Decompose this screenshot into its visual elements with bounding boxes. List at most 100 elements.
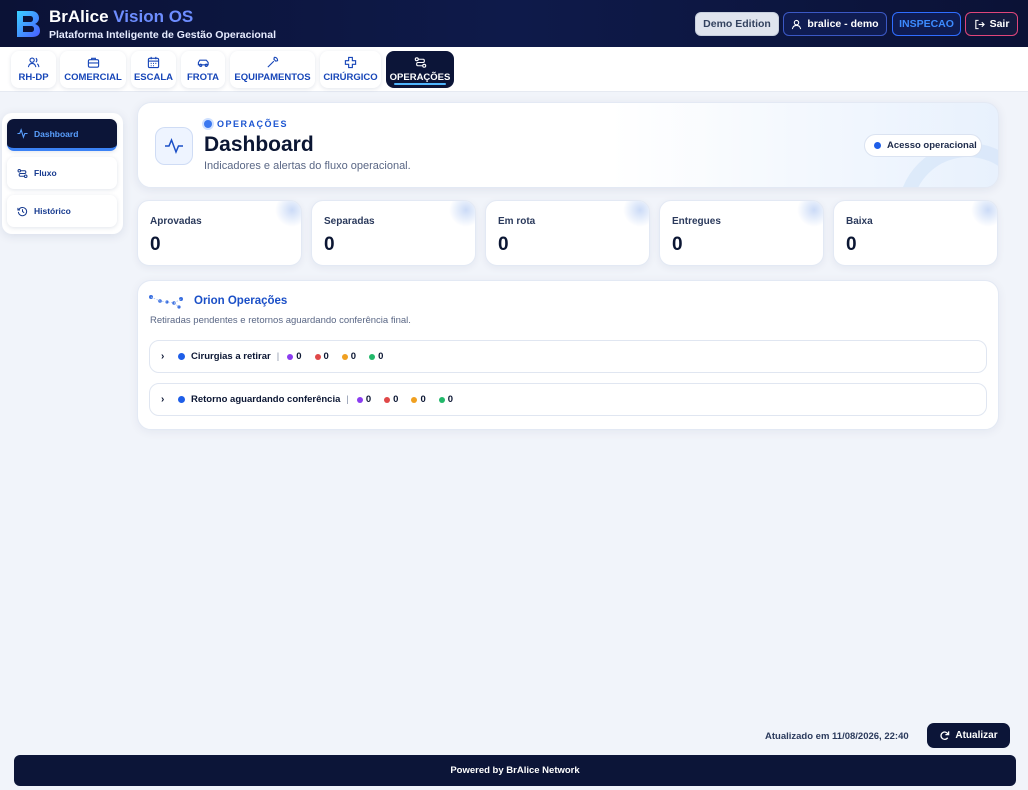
- card-glow: [623, 201, 649, 227]
- history-icon: [17, 206, 28, 216]
- stat-label: Em rota: [498, 216, 536, 227]
- eyebrow-label: OPERAÇÕES: [217, 119, 289, 129]
- refresh-icon: [940, 731, 950, 740]
- eyebrow-dot: [204, 120, 212, 128]
- wrench-icon: [267, 56, 279, 68]
- row-label: Retorno aguardando conferência: [191, 394, 341, 405]
- stat-card-aprovadas: Aprovadas 0: [137, 200, 302, 266]
- hero-activity-icon: [155, 127, 193, 165]
- count-purple: 0: [356, 394, 372, 405]
- count-green: 0: [369, 351, 383, 362]
- row-dot: [178, 353, 185, 360]
- users-icon: [27, 57, 40, 68]
- sidebar-item-label: Fluxo: [34, 168, 57, 178]
- sidebar-item-label: Histórico: [34, 206, 71, 216]
- cross-icon: [344, 56, 357, 69]
- sidebar-item-fluxo[interactable]: Fluxo: [7, 157, 117, 189]
- brand-subtitle: Plataforma Inteligente de Gestão Operaci…: [49, 29, 276, 41]
- user-icon: [792, 19, 802, 29]
- access-badge: Acesso operacional: [864, 134, 982, 157]
- inspect-button[interactable]: INSPECAO: [892, 12, 961, 36]
- green-dot: [438, 396, 445, 403]
- logout-button[interactable]: Sair: [965, 12, 1018, 36]
- powered-by-text: Powered by BrAlice Network: [450, 765, 580, 776]
- briefcase-icon: [87, 57, 99, 68]
- count-orange: 0: [341, 351, 357, 362]
- stat-value: 0: [672, 234, 683, 255]
- calendar-icon: [147, 56, 160, 69]
- last-updated-text: Atualizado em 11/08/2026, 22:40: [765, 731, 909, 742]
- count-value: 0: [447, 394, 454, 405]
- tab-label: ESCALA: [133, 72, 174, 83]
- user-menu-button[interactable]: bralice - demo: [783, 12, 887, 36]
- stat-value: 0: [498, 234, 509, 255]
- chevron-right-icon[interactable]: ›: [161, 351, 171, 362]
- count-value: 0: [296, 351, 302, 362]
- brand-title: BrAlice Vision OS: [49, 7, 193, 27]
- stat-label: Baixa: [846, 216, 873, 227]
- active-tab-indicator: [394, 83, 446, 85]
- demo-edition-badge[interactable]: Demo Edition: [695, 12, 779, 36]
- sidebar: Dashboard Fluxo Histórico: [2, 113, 123, 234]
- stat-label: Entregues: [672, 216, 721, 227]
- section-eyebrow: OPERAÇÕES: [204, 119, 288, 129]
- brand-name: BrAlice: [49, 7, 109, 26]
- car-icon: [197, 59, 209, 67]
- orion-constellation-icon: [149, 295, 183, 309]
- stat-value: 0: [846, 234, 857, 255]
- page-title: Dashboard: [204, 133, 314, 156]
- count-value: 0: [378, 351, 384, 362]
- refresh-button[interactable]: Atualizar: [927, 723, 1010, 748]
- red-dot: [384, 396, 391, 403]
- orion-row-cirurgias[interactable]: › Cirurgias a retirar | 0 0 0 0: [149, 340, 987, 373]
- orion-panel: Orion Operações Retiradas pendentes e re…: [137, 280, 999, 430]
- tab-label: EQUIPAMENTOS: [234, 72, 311, 83]
- bralice-logo-icon: [17, 11, 40, 37]
- count-orange: 0: [411, 394, 426, 405]
- count-value: 0: [323, 351, 329, 362]
- access-label: Acesso operacional: [887, 140, 977, 151]
- orion-row-retorno[interactable]: › Retorno aguardando conferência | 0 0 0…: [149, 383, 987, 416]
- tab-cirurgico[interactable]: CIRÚRGICO: [320, 51, 381, 88]
- tab-escala[interactable]: ESCALA: [131, 51, 176, 88]
- inspect-label: INSPECAO: [899, 18, 954, 30]
- purple-dot: [356, 396, 363, 403]
- orange-dot: [341, 353, 348, 360]
- access-dot: [874, 142, 881, 149]
- tab-label: RH-DP: [18, 72, 49, 83]
- logout-icon: [974, 19, 985, 29]
- sidebar-item-dashboard[interactable]: Dashboard: [7, 119, 117, 151]
- tab-equipamentos[interactable]: EQUIPAMENTOS: [230, 51, 315, 88]
- sidebar-item-historico[interactable]: Histórico: [7, 195, 117, 227]
- stat-card-separadas: Separadas 0: [311, 200, 476, 266]
- chevron-right-icon[interactable]: ›: [161, 394, 171, 405]
- red-dot: [314, 353, 321, 360]
- tab-frota[interactable]: FROTA: [181, 51, 225, 88]
- route-icon: [17, 168, 28, 178]
- tab-rh-dp[interactable]: RH-DP: [11, 51, 56, 88]
- footer-bar: Powered by BrAlice Network: [14, 755, 1016, 786]
- demo-edition-label: Demo Edition: [703, 18, 771, 30]
- purple-dot: [287, 353, 294, 360]
- stat-value: 0: [150, 234, 161, 255]
- count-green: 0: [438, 394, 454, 405]
- module-tabs: RH-DP COMERCIAL ESCALA FROTA EQUIPAMENTO…: [0, 47, 1028, 92]
- count-value: 0: [365, 394, 372, 405]
- row-label: Cirurgias a retirar: [191, 351, 271, 362]
- top-header: BrAlice Vision OS Plataforma Inteligente…: [0, 0, 1028, 47]
- count-red: 0: [384, 394, 398, 405]
- count-value: 0: [420, 394, 426, 405]
- tab-comercial[interactable]: COMERCIAL: [60, 51, 126, 88]
- orange-dot: [411, 396, 418, 403]
- row-dot: [178, 396, 185, 403]
- tab-label: OPERAÇÕES: [389, 72, 451, 83]
- stat-value: 0: [324, 234, 335, 255]
- count-value: 0: [393, 394, 399, 405]
- count-value: 0: [350, 351, 357, 362]
- tab-operacoes[interactable]: OPERAÇÕES: [386, 51, 454, 88]
- stat-card-baixa: Baixa 0: [833, 200, 998, 266]
- stat-label: Separadas: [324, 216, 375, 227]
- orion-title: Orion Operações: [194, 295, 288, 307]
- sidebar-item-label: Dashboard: [34, 128, 79, 139]
- tab-label: COMERCIAL: [64, 72, 122, 83]
